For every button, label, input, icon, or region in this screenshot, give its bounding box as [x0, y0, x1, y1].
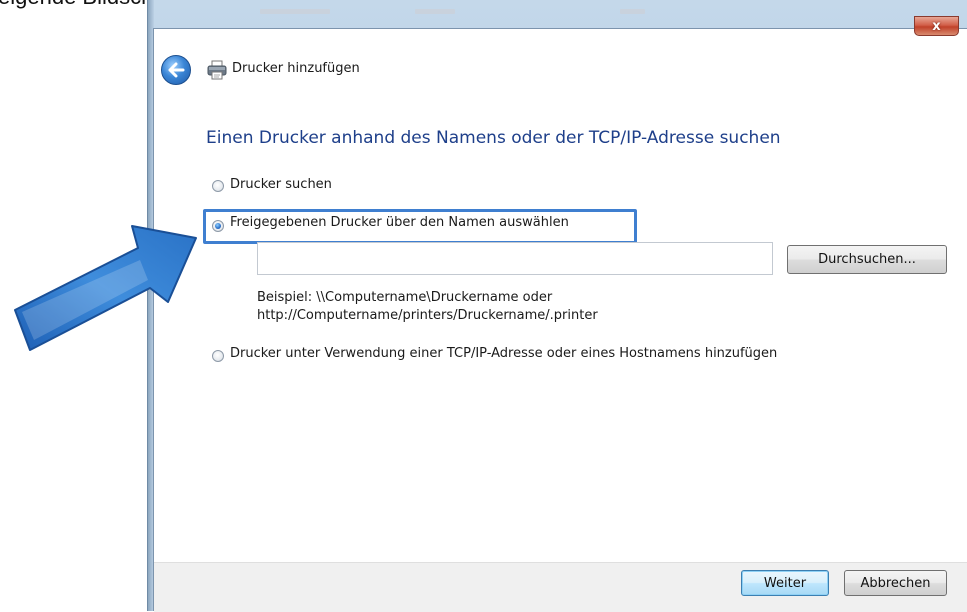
radio-freigegebenen-drucker[interactable] [212, 220, 224, 232]
header-title: Drucker hinzufügen [232, 61, 360, 76]
example-line-2: http://Computername/printers/Druckername… [257, 308, 598, 323]
close-icon: x [932, 18, 941, 34]
close-button[interactable]: x [914, 16, 959, 36]
example-text: Beispiel: \\Computername\Druckername ode… [257, 289, 598, 325]
example-line-1: Beispiel: \\Computername\Druckername ode… [257, 290, 553, 305]
back-arrow-icon [168, 62, 185, 78]
back-button[interactable] [161, 55, 191, 85]
radio-tcpip-hostname[interactable] [212, 350, 224, 362]
printer-icon [207, 60, 227, 80]
printer-name-input[interactable] [257, 242, 773, 275]
radio-drucker-suchen[interactable] [212, 180, 224, 192]
pointer-arrow-icon [14, 225, 197, 351]
browse-button[interactable]: Durchsuchen... [787, 245, 947, 274]
cancel-button[interactable]: Abbrechen [844, 570, 947, 596]
option-label-tcpip-hostname[interactable]: Drucker unter Verwendung einer TCP/IP-Ad… [230, 346, 777, 361]
option-label-freigegebenen-drucker[interactable]: Freigegebenen Drucker über den Namen aus… [230, 215, 569, 230]
option-label-drucker-suchen[interactable]: Drucker suchen [230, 177, 332, 192]
main-heading: Einen Drucker anhand des Namens oder der… [206, 128, 781, 148]
next-button[interactable]: Weiter [741, 570, 829, 596]
